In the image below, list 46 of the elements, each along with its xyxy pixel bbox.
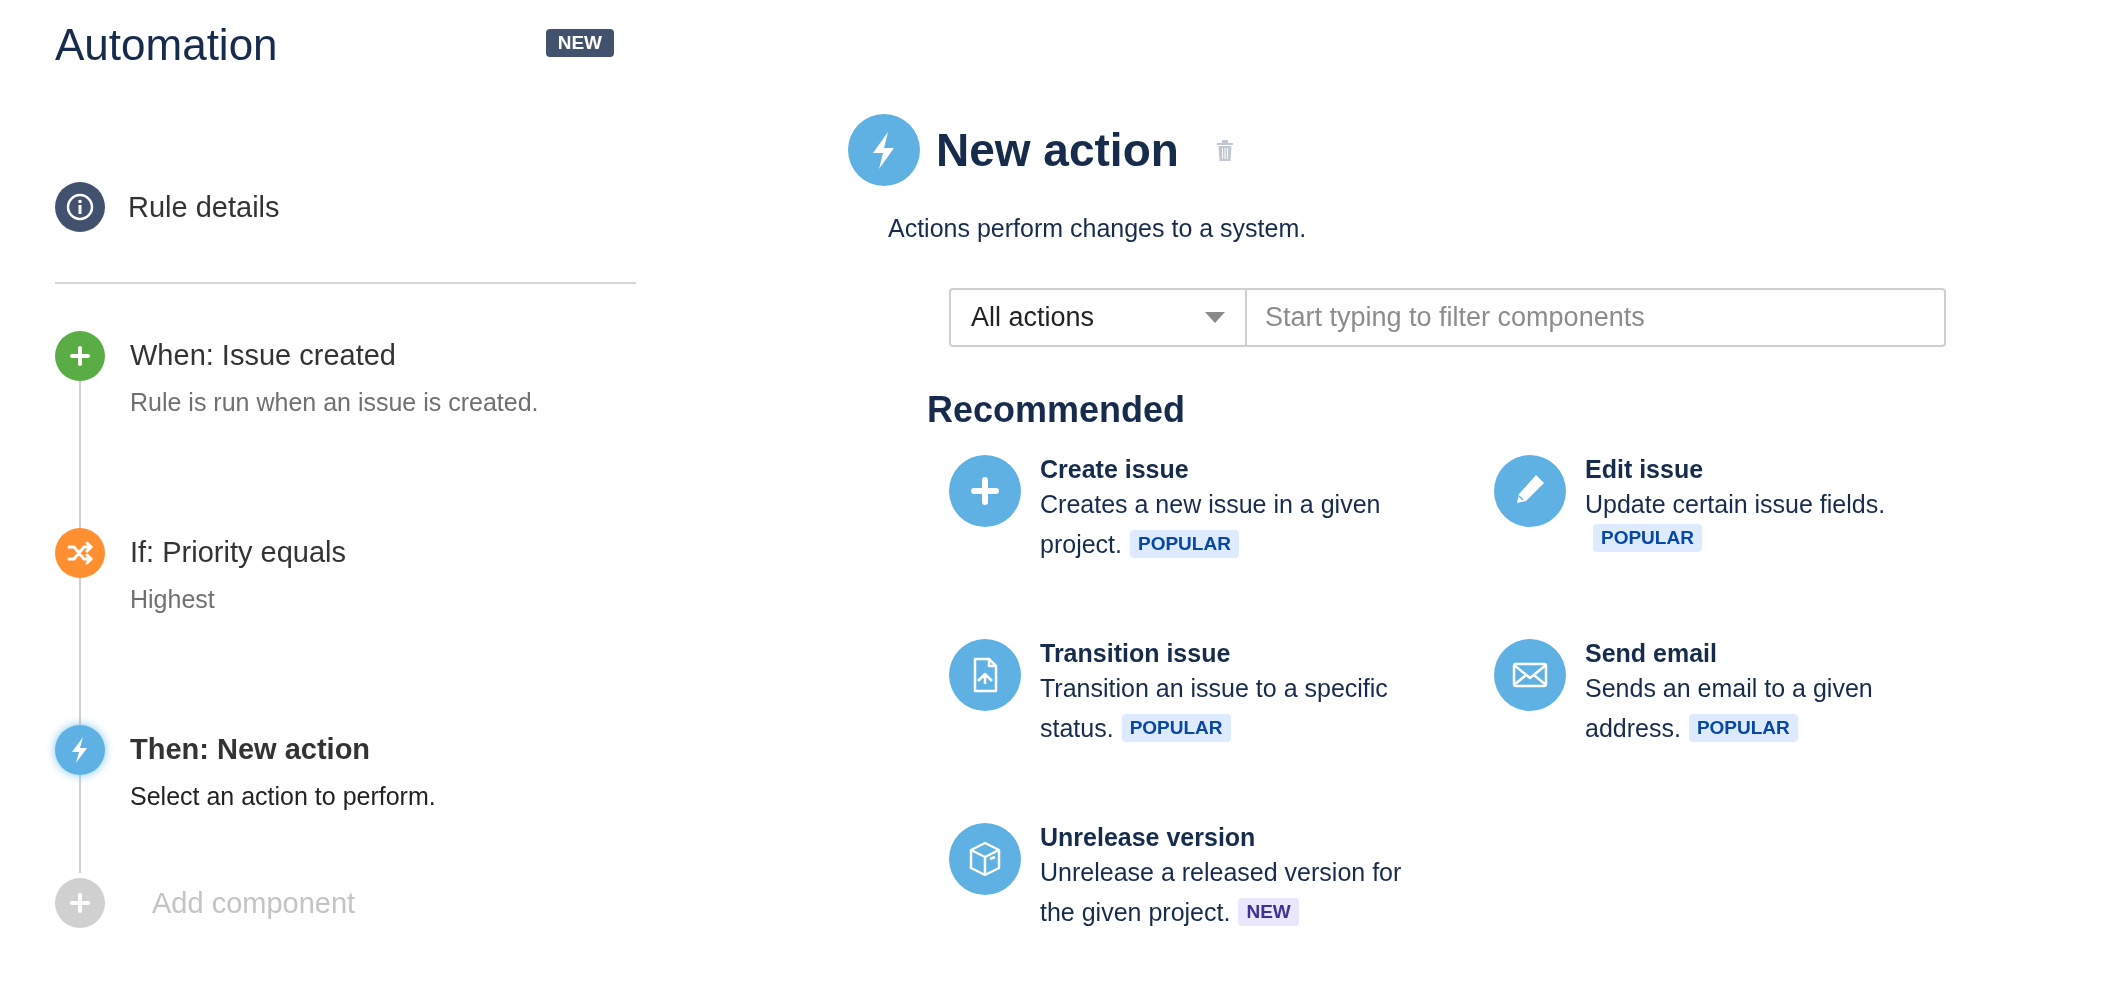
step-title[interactable]: Then: New action (130, 733, 436, 766)
shuffle-icon[interactable] (55, 528, 105, 578)
popular-lozenge: POPULAR (1130, 530, 1239, 558)
caret-icon (1205, 311, 1225, 324)
component-description: project. (1040, 529, 1122, 560)
step-description: Highest (130, 585, 216, 614)
popular-lozenge: POPULAR (1121, 714, 1231, 742)
page-title: Automation (55, 20, 278, 70)
document-icon[interactable] (949, 639, 1021, 711)
rule-details-link[interactable]: Rule details (128, 190, 280, 224)
component-title[interactable]: Unrelease version (1040, 823, 1440, 852)
step-description: Select an action to perform. (130, 782, 436, 811)
component-description: Unrelease a released version for (1040, 858, 1402, 886)
component-description: the given project. (1040, 897, 1231, 928)
component-description: address. (1585, 713, 1681, 744)
component-description: Update certain issue fields. (1585, 489, 1886, 520)
popular-lozenge: POPULAR (1688, 714, 1798, 742)
step-title[interactable]: If: Priority equals (130, 536, 346, 569)
category-dropdown[interactable]: All actions (949, 288, 1247, 347)
component-title[interactable]: Create issue (1040, 455, 1440, 484)
component-title[interactable]: Send email (1585, 639, 1985, 668)
component-description: Transition an issue to a specific (1040, 674, 1388, 702)
lightning-icon (848, 114, 920, 186)
panel-title: New action (936, 123, 1179, 177)
component-description: Sends an email to a given (1585, 674, 1873, 702)
plus-icon[interactable] (55, 331, 105, 381)
component-title[interactable]: Transition issue (1040, 639, 1440, 668)
section-title: Recommended (927, 389, 1187, 431)
popular-lozenge: POPULAR (1593, 524, 1702, 552)
component-description: status. (1040, 713, 1114, 744)
component-title[interactable]: Edit issue (1585, 455, 1985, 484)
trash-icon[interactable] (1214, 138, 1235, 162)
filter-field[interactable]: Start typing to filter components (1247, 288, 1946, 347)
step-description: Rule is run when an issue is created. (130, 388, 539, 417)
component-description: Creates a new issue in a given (1040, 490, 1381, 518)
lightning-icon[interactable] (55, 725, 105, 775)
envelope-icon[interactable] (1494, 639, 1566, 711)
info-icon[interactable] (55, 182, 105, 232)
panel-description: Actions perform changes to a system. (888, 214, 1308, 243)
new-badge: NEW (545, 29, 614, 57)
box-icon[interactable] (949, 823, 1021, 895)
plus-icon[interactable] (55, 878, 105, 928)
pencil-icon[interactable] (1494, 455, 1566, 527)
plus-icon[interactable] (949, 455, 1021, 527)
step-title[interactable]: When: Issue created (130, 339, 539, 372)
new-lozenge: NEW (1238, 898, 1299, 926)
